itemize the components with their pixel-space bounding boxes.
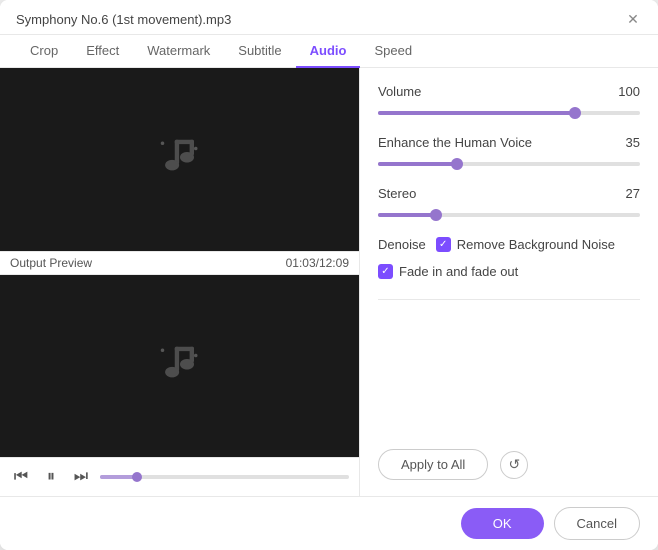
stereo-slider-container — [378, 205, 640, 225]
denoise-row: Denoise ✓ Remove Background Noise — [378, 237, 640, 252]
playback-controls: ⏮ ⏸ ⏭ — [0, 457, 359, 496]
tab-crop[interactable]: Crop — [16, 35, 72, 68]
volume-label: Volume — [378, 84, 421, 99]
ok-button[interactable]: OK — [461, 508, 544, 539]
tab-subtitle[interactable]: Subtitle — [224, 35, 295, 68]
output-label-bar: Output Preview 01:03/12:09 — [0, 251, 359, 275]
volume-fill — [378, 111, 575, 115]
divider — [378, 299, 640, 300]
timestamp-label: 01:03/12:09 — [286, 256, 349, 270]
enhance-slider-container — [378, 154, 640, 174]
tab-audio[interactable]: Audio — [296, 35, 361, 68]
stereo-thumb[interactable] — [430, 209, 442, 221]
enhance-fill — [378, 162, 457, 166]
volume-thumb[interactable] — [569, 107, 581, 119]
tab-bar: Crop Effect Watermark Subtitle Audio Spe… — [0, 35, 658, 68]
reset-button[interactable]: ↺ — [500, 451, 528, 479]
fade-checkbox[interactable]: ✓ — [378, 264, 393, 279]
fade-checkbox-label[interactable]: ✓ Fade in and fade out — [378, 264, 518, 279]
original-preview — [0, 68, 359, 251]
volume-setting: Volume 100 — [378, 84, 640, 123]
main-content: Output Preview 01:03/12:09 — [0, 68, 658, 496]
apply-to-all-button[interactable]: Apply to All — [378, 449, 488, 480]
enhance-setting: Enhance the Human Voice 35 — [378, 135, 640, 174]
volume-slider-container — [378, 103, 640, 123]
tab-speed[interactable]: Speed — [360, 35, 426, 68]
apply-row: Apply to All ↺ — [378, 449, 640, 480]
denoise-label: Denoise — [378, 237, 426, 252]
stereo-setting: Stereo 27 — [378, 186, 640, 225]
remove-noise-checkbox[interactable]: ✓ — [436, 237, 451, 252]
close-button[interactable]: ✕ — [624, 10, 642, 28]
remove-noise-checkbox-label[interactable]: ✓ Remove Background Noise — [436, 237, 615, 252]
main-window: Symphony No.6 (1st movement).mp3 ✕ Crop … — [0, 0, 658, 550]
output-preview-label: Output Preview — [10, 256, 92, 270]
music-icon-top — [145, 124, 215, 194]
play-pause-button[interactable]: ⏸ — [40, 466, 62, 488]
remove-noise-label: Remove Background Noise — [457, 237, 615, 252]
volume-track — [378, 111, 640, 115]
stereo-label: Stereo — [378, 186, 416, 201]
bottom-bar: OK Cancel — [0, 496, 658, 550]
prev-button[interactable]: ⏮ — [10, 466, 32, 488]
fade-row: ✓ Fade in and fade out — [378, 264, 640, 279]
enhance-track — [378, 162, 640, 166]
enhance-thumb[interactable] — [451, 158, 463, 170]
right-panel: Volume 100 Enhance the Human Voice 35 — [360, 68, 658, 496]
window-title: Symphony No.6 (1st movement).mp3 — [16, 12, 231, 27]
tab-effect[interactable]: Effect — [72, 35, 133, 68]
stereo-track — [378, 213, 640, 217]
progress-track[interactable] — [100, 475, 349, 479]
volume-value: 100 — [618, 84, 640, 99]
output-preview — [0, 275, 359, 458]
stereo-fill — [378, 213, 436, 217]
tab-watermark[interactable]: Watermark — [133, 35, 224, 68]
next-button[interactable]: ⏭ — [70, 466, 92, 488]
title-bar: Symphony No.6 (1st movement).mp3 ✕ — [0, 0, 658, 35]
enhance-label: Enhance the Human Voice — [378, 135, 532, 150]
progress-thumb[interactable] — [132, 472, 142, 482]
left-panel: Output Preview 01:03/12:09 — [0, 68, 360, 496]
music-icon-bottom — [145, 331, 215, 401]
stereo-value: 27 — [626, 186, 640, 201]
cancel-button[interactable]: Cancel — [554, 507, 640, 540]
enhance-value: 35 — [626, 135, 640, 150]
fade-label: Fade in and fade out — [399, 264, 518, 279]
